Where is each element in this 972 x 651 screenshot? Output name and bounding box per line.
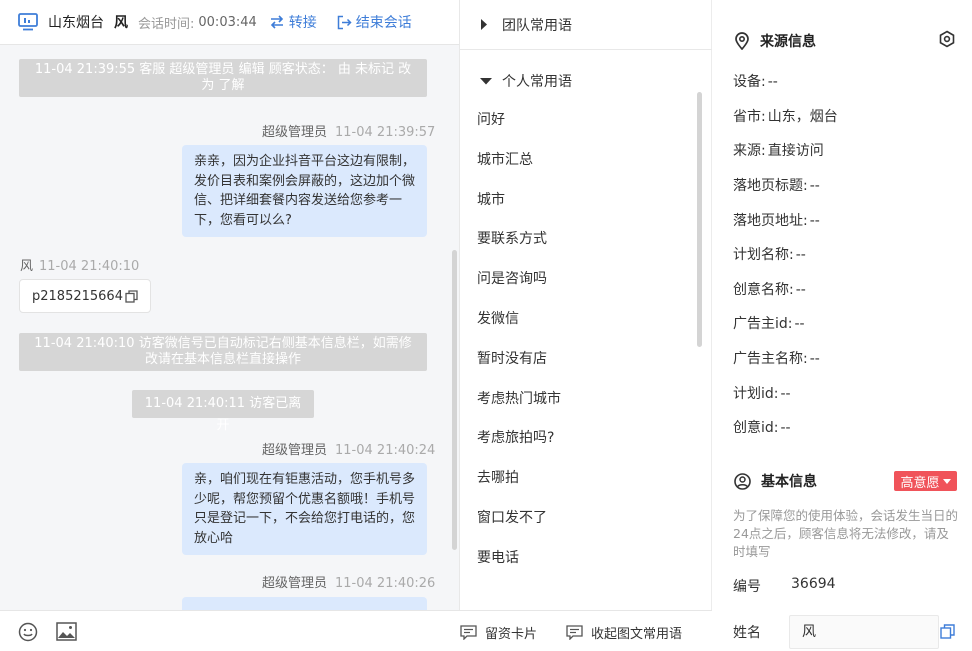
- source-info-label: 来源信息: [760, 34, 816, 50]
- phrase-group-label: 个人常用语: [502, 74, 572, 90]
- info-row-plan-name: 计划名称: --: [733, 247, 806, 263]
- basic-info-title: 基本信息: [734, 471, 817, 491]
- phrase-item[interactable]: 考虑旅拍吗?: [460, 418, 700, 458]
- settings-icon[interactable]: [938, 30, 956, 48]
- phrase-group-team[interactable]: 团队常用语: [460, 0, 712, 50]
- phrase-group-label: 团队常用语: [502, 17, 572, 34]
- copy-icon[interactable]: [125, 289, 138, 303]
- visitor-message-bubble[interactable]: p2185215664: [19, 279, 151, 313]
- end-session-button[interactable]: 结束会话: [337, 12, 412, 32]
- basic-info-label: 基本信息: [761, 474, 817, 490]
- phrase-list: 问好 城市汇总 城市 要联系方式 问是咨询吗 发微信 暂时没有店 考虑热门城市 …: [460, 100, 700, 578]
- info-row-creative-id: 创意id: --: [733, 420, 791, 436]
- exit-icon: [337, 15, 352, 29]
- monitor-icon: [18, 13, 38, 31]
- message-list: 11-04 21:39:55 客服 超级管理员 编辑 顾客状态： 由 未标记 改…: [0, 45, 452, 610]
- phrase-item[interactable]: 要联系方式: [460, 219, 700, 259]
- message-icon: [566, 625, 583, 640]
- collapse-phrases-button[interactable]: 收起图文常用语: [566, 623, 682, 642]
- phrase-item[interactable]: 问是咨询吗: [460, 259, 700, 299]
- collapse-phrases-label: 收起图文常用语: [591, 627, 683, 642]
- session-time: 00:03:44: [198, 14, 257, 30]
- chevron-down-icon: [942, 478, 951, 484]
- phrases-toolbar: 留资卡片 收起图文常用语: [460, 610, 712, 651]
- chat-panel: 山东烟台 风 会话时间: 00:03:44 转接 结束会话 11-04 21:3…: [0, 0, 460, 651]
- info-row-advertiser-name: 广告主名称: --: [733, 351, 820, 367]
- edit-deadline-note: 为了保障您的使用体验，会话发生当日的24点之后，顾客信息将无法修改，请及时填写: [733, 508, 959, 559]
- agent-message-bubble: [182, 597, 427, 610]
- source-info-title: 来源信息: [734, 31, 816, 51]
- chat-header: 山东烟台 风 会话时间: 00:03:44 转接 结束会话: [0, 0, 459, 45]
- phrase-group-personal[interactable]: 个人常用语: [460, 57, 712, 105]
- end-session-label: 结束会话: [355, 15, 412, 31]
- transfer-icon: [270, 15, 283, 29]
- intent-badge-label: 高意愿: [900, 475, 940, 491]
- lead-card-button[interactable]: 留资卡片: [460, 623, 537, 642]
- sender-name: 超级管理员: [262, 576, 328, 591]
- message-meta: 风 11-04 21:40:10: [20, 255, 139, 274]
- phrase-item[interactable]: 去哪拍: [460, 458, 700, 498]
- chat-scrollbar[interactable]: [452, 250, 457, 550]
- transfer-button[interactable]: 转接: [269, 12, 317, 32]
- phrase-item[interactable]: 城市汇总: [460, 140, 700, 180]
- emoji-icon[interactable]: [18, 622, 38, 642]
- info-row-creative-name: 创意名称: --: [733, 282, 806, 298]
- phrase-item[interactable]: 要电话: [460, 538, 700, 578]
- phrases-panel: 团队常用语 个人常用语 问好 城市汇总 城市 要联系方式 问是咨询吗 发微信 暂…: [460, 0, 712, 610]
- phrase-item[interactable]: 考虑热门城市: [460, 379, 700, 419]
- card-icon: [460, 625, 477, 640]
- message-meta: 超级管理员 11-04 21:40:24: [262, 439, 435, 458]
- phrases-scrollbar[interactable]: [697, 92, 702, 347]
- info-row-source: 来源: 直接访问: [733, 143, 824, 159]
- phrase-item[interactable]: 暂时没有店: [460, 339, 700, 379]
- name-label: 姓名: [733, 625, 761, 641]
- system-message: 11-04 21:40:11 访客已离开: [132, 390, 314, 433]
- message-meta: 超级管理员 11-04 21:39:57: [262, 121, 435, 140]
- system-message: 11-04 21:40:10 访客微信号已自动标记右侧基本信息栏，如需修改请在基…: [19, 333, 427, 371]
- info-row-advertiser-id: 广告主id: --: [733, 316, 805, 332]
- phrase-item[interactable]: 城市: [460, 180, 700, 220]
- info-row-landing-url: 落地页地址: --: [733, 213, 820, 229]
- info-row-plan-id: 计划id: --: [733, 386, 791, 402]
- visitor-name: 风: [114, 15, 128, 31]
- location-pin-icon: [735, 32, 749, 50]
- message-meta: 超级管理员 11-04 21:40:26: [262, 572, 435, 591]
- sender-name: 风: [20, 259, 34, 274]
- visitor-location: 山东烟台: [48, 15, 104, 31]
- agent-message-bubble: 亲，咱们现在有钜惠活动，您手机号多少呢，帮您预留个优惠名额哦！手机号只是登记一下…: [182, 463, 427, 555]
- user-circle-icon: [734, 472, 751, 490]
- caret-right-icon: [481, 19, 487, 30]
- id-value: 36694: [791, 576, 836, 592]
- id-label: 编号: [733, 579, 761, 595]
- message-time: 11-04 21:40:24: [335, 443, 436, 458]
- info-panel: 来源信息 设备: -- 省市: 山东，烟台 来源: 直接访问 落地页标题: -- 落地页…: [712, 0, 972, 651]
- sender-name: 超级管理员: [262, 443, 328, 458]
- system-message: 11-04 21:39:55 客服 超级管理员 编辑 顾客状态： 由 未标记 改…: [19, 59, 427, 97]
- phrase-item[interactable]: 发微信: [460, 299, 700, 339]
- session-time-label: 会话时间:: [138, 16, 195, 32]
- name-input[interactable]: 风: [789, 615, 939, 649]
- copy-icon[interactable]: [940, 624, 955, 639]
- chat-toolbar: [0, 610, 460, 651]
- lead-card-label: 留资卡片: [485, 627, 538, 642]
- message-time: 11-04 21:39:57: [335, 125, 436, 140]
- phrase-item[interactable]: 问好: [460, 100, 700, 140]
- image-icon[interactable]: [56, 622, 77, 641]
- message-time: 11-04 21:40:26: [335, 576, 436, 591]
- phrase-item[interactable]: 窗口发不了: [460, 498, 700, 538]
- info-row-device: 设备: --: [733, 74, 778, 90]
- transfer-label: 转接: [288, 15, 317, 31]
- intent-dropdown[interactable]: 高意愿: [894, 471, 957, 491]
- caret-down-icon: [480, 78, 492, 85]
- info-row-province: 省市: 山东，烟台: [733, 109, 838, 125]
- message-time: 11-04 21:40:10: [39, 259, 140, 274]
- visitor-message-text: p2185215664: [32, 288, 123, 304]
- sender-name: 超级管理员: [262, 125, 328, 140]
- agent-message-bubble: 亲亲，因为企业抖音平台这边有限制，发价目表和案例会屏蔽的，这边加个微信、把详细套…: [182, 145, 427, 237]
- info-row-landing-title: 落地页标题: --: [733, 178, 820, 194]
